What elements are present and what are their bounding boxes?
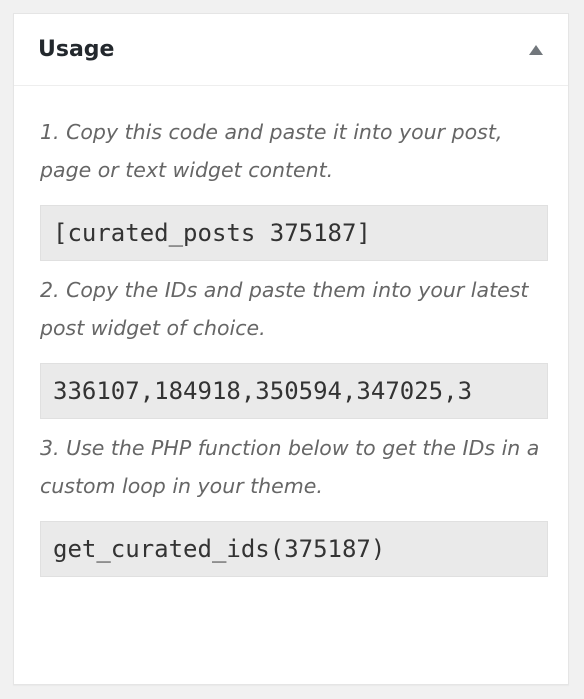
- panel-body: 1. Copy this code and paste it into your…: [14, 86, 568, 577]
- step-1-instruction: 1. Copy this code and paste it into your…: [40, 120, 503, 182]
- triangle-up-icon: [529, 44, 543, 55]
- usage-panel: Usage 1. Copy this code and paste it int…: [13, 13, 569, 685]
- collapse-toggle-button[interactable]: [526, 40, 546, 60]
- step-2-code[interactable]: 336107,184918,350594,347025,3: [40, 363, 548, 419]
- step-3-code[interactable]: get_curated_ids(375187): [40, 521, 548, 577]
- step-3-instruction: 3. Use the PHP function below to get the…: [40, 436, 540, 498]
- step-2-instruction: 2. Copy the IDs and paste them into your…: [40, 278, 529, 340]
- panel-title: Usage: [38, 37, 115, 62]
- panel-header: Usage: [14, 14, 568, 86]
- step-1-code[interactable]: [curated_posts 375187]: [40, 205, 548, 261]
